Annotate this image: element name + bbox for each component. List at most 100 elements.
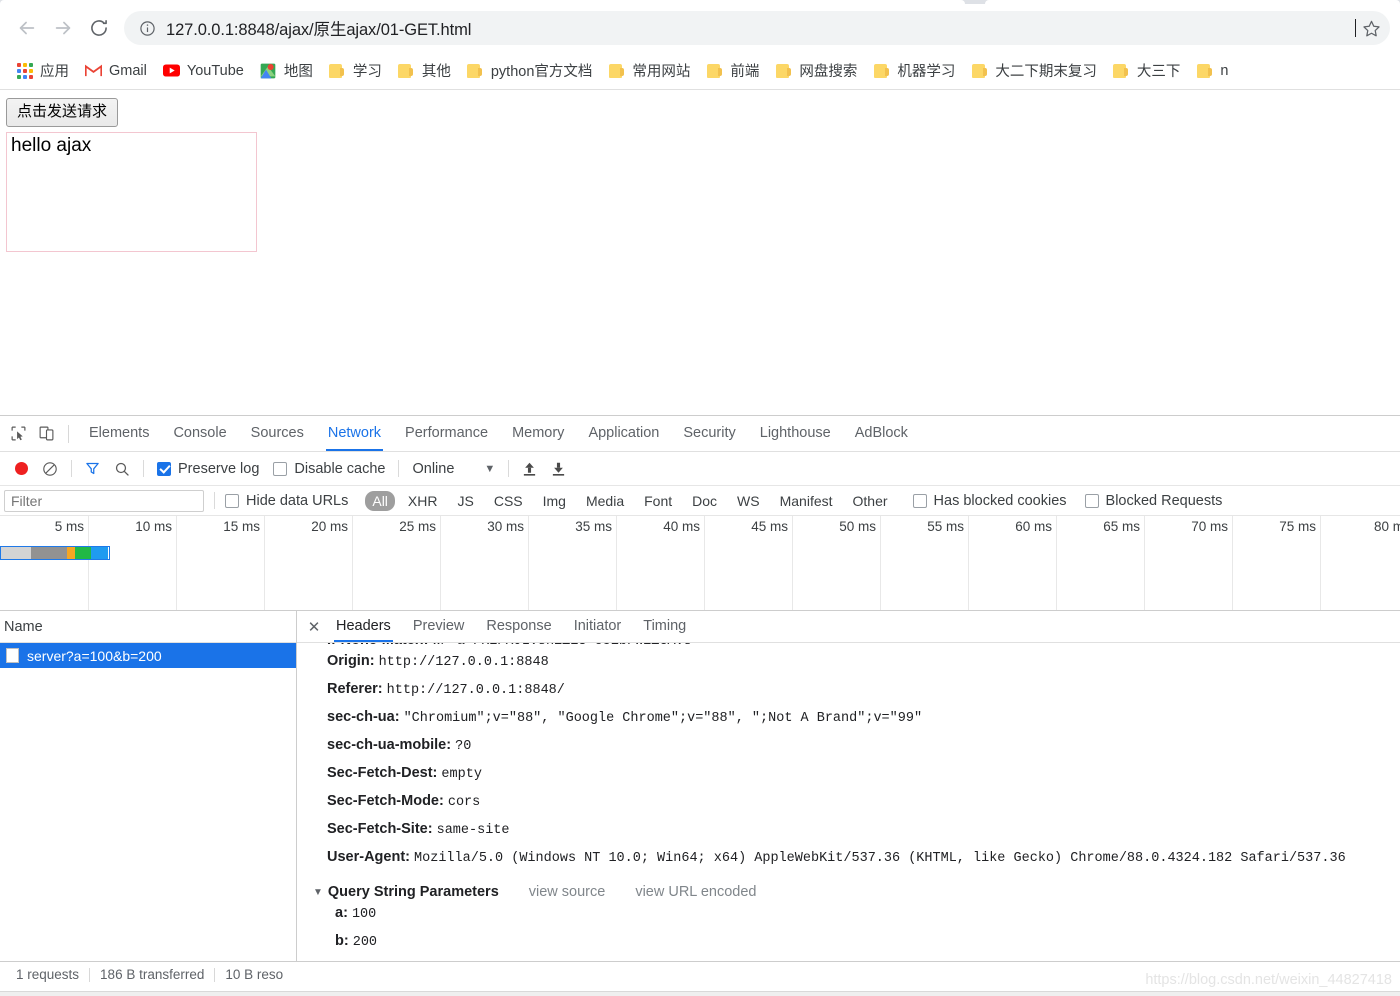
tab-sources[interactable]: Sources — [239, 416, 316, 451]
close-icon[interactable]: ✕ — [303, 616, 325, 638]
type-filter-media[interactable]: Media — [579, 491, 631, 511]
tab-security[interactable]: Security — [671, 416, 747, 451]
bookmark-folder-junior-second[interactable]: 大三下 — [1105, 57, 1189, 85]
search-button[interactable] — [107, 456, 137, 482]
detail-tab-initiator[interactable]: Initiator — [563, 611, 633, 642]
bookmark-folder-python-docs[interactable]: python官方文档 — [459, 57, 601, 85]
type-filter-ws[interactable]: WS — [730, 491, 767, 511]
export-har-button[interactable] — [544, 456, 573, 482]
tab-memory[interactable]: Memory — [500, 416, 576, 451]
type-filter-css[interactable]: CSS — [487, 491, 530, 511]
network-timeline-overview[interactable]: 5 ms 10 ms 15 ms 20 ms 25 ms 30 ms 35 ms… — [0, 516, 1400, 611]
device-toggle-icon[interactable] — [32, 420, 60, 448]
bookmark-folder-xuexi[interactable]: 学习 — [321, 57, 390, 85]
detail-tab-response[interactable]: Response — [475, 611, 562, 642]
send-request-button[interactable]: 点击发送请求 — [6, 98, 119, 127]
blocked-requests-checkbox[interactable]: Blocked Requests — [1084, 493, 1222, 509]
browser-tab-active[interactable] — [0, 0, 965, 4]
tab-elements[interactable]: Elements — [77, 416, 161, 451]
filter-input[interactable] — [4, 489, 204, 512]
query-string-parameters-section[interactable]: ▼ Query String Parameters view source vi… — [307, 884, 1390, 900]
folder-icon — [467, 62, 484, 79]
tab-performance[interactable]: Performance — [393, 416, 500, 451]
section-title: Query String Parameters — [327, 884, 499, 900]
status-resources: 10 B reso — [225, 967, 284, 982]
bookmark-folder-netdisk-search[interactable]: 网盘搜索 — [767, 57, 865, 85]
detail-tab-preview[interactable]: Preview — [402, 611, 476, 642]
detail-tab-timing[interactable]: Timing — [632, 611, 697, 642]
bookmark-apps[interactable]: 应用 — [8, 57, 77, 85]
bookmark-star-icon[interactable] — [1356, 13, 1386, 43]
bookmark-label: YouTube — [186, 62, 244, 79]
type-filter-all[interactable]: All — [365, 490, 395, 511]
browser-tab-secondary[interactable] — [985, 0, 1400, 4]
youtube-icon — [162, 62, 180, 79]
type-filter-js[interactable]: JS — [450, 491, 480, 511]
bookmark-label: Gmail — [109, 62, 147, 79]
bookmark-folder-qita[interactable]: 其他 — [390, 57, 459, 85]
bookmark-maps[interactable]: 地图 — [252, 57, 321, 85]
type-filter-img[interactable]: Img — [536, 491, 573, 511]
throttling-select[interactable]: Online ▼ — [405, 456, 502, 482]
import-har-button[interactable] — [515, 456, 544, 482]
tab-lighthouse[interactable]: Lighthouse — [748, 416, 843, 451]
filter-toggle-button[interactable] — [78, 456, 107, 482]
query-param-row: b: 200 — [307, 928, 1390, 956]
header-value: same-site — [436, 823, 510, 838]
table-row[interactable]: server?a=100&b=200 — [0, 643, 296, 668]
bookmark-folder-machine-learning[interactable]: 机器学习 — [865, 57, 963, 85]
header-value: http://127.0.0.1:8848/ — [386, 683, 565, 698]
tab-adblock[interactable]: AdBlock — [843, 416, 920, 451]
record-button[interactable] — [8, 456, 35, 482]
type-filter-other[interactable]: Other — [846, 491, 895, 511]
detail-tab-headers[interactable]: Headers — [325, 611, 402, 642]
header-key: sec-ch-ua: — [327, 709, 400, 725]
bookmark-folder-frontend[interactable]: 前端 — [698, 57, 767, 85]
type-filter-manifest[interactable]: Manifest — [773, 491, 840, 511]
record-stop-icon — [15, 462, 28, 475]
hide-data-urls-checkbox[interactable]: Hide data URLs — [225, 488, 355, 514]
back-button[interactable] — [10, 11, 44, 45]
clear-prohibited-icon — [43, 461, 57, 476]
bookmark-folder-common-sites[interactable]: 常用网站 — [600, 57, 698, 85]
has-blocked-cookies-checkbox[interactable]: Has blocked cookies — [912, 492, 1067, 509]
timeline-tick-label: 5 ms — [54, 519, 84, 534]
document-icon — [6, 648, 19, 663]
folder-icon — [398, 62, 415, 79]
address-bar[interactable]: 127.0.0.1:8848/ajax/原生ajax/01-GET.html — [124, 11, 1390, 45]
preserve-log-label: Preserve log — [178, 460, 260, 477]
tab-console[interactable]: Console — [161, 416, 238, 451]
timeline-tick: 45 ms — [751, 516, 793, 610]
disable-cache-checkbox[interactable]: Disable cache — [266, 456, 392, 482]
reload-button[interactable] — [82, 11, 116, 45]
tab-network[interactable]: Network — [316, 416, 393, 451]
info-circle-icon[interactable] — [138, 19, 156, 37]
throttling-value: Online — [412, 460, 455, 477]
clear-button[interactable] — [35, 456, 65, 482]
preserve-log-checkbox[interactable]: Preserve log — [150, 456, 266, 482]
timeline-tick: 75 ms — [1279, 516, 1321, 610]
timeline-segment-dns — [67, 547, 75, 559]
headers-content[interactable]: If-None-Match: W/"a-FKEPXJLVsh1Z1U+e51bF… — [297, 643, 1400, 961]
bookmark-folder-review[interactable]: 大二下期末复习 — [963, 57, 1105, 85]
type-filter-font[interactable]: Font — [637, 491, 679, 511]
timeline-tick: 50 ms — [839, 516, 881, 610]
timeline-tick-label: 50 ms — [839, 519, 876, 534]
type-filter-xhr[interactable]: XHR — [401, 491, 445, 511]
view-source-link[interactable]: view source — [529, 884, 606, 900]
bookmark-gmail[interactable]: Gmail — [77, 57, 155, 85]
header-row: Referer: http://127.0.0.1:8848/ — [307, 676, 1390, 704]
bookmark-label: 常用网站 — [632, 64, 691, 80]
has-blocked-cookies-label: Has blocked cookies — [933, 492, 1067, 509]
tab-application[interactable]: Application — [576, 416, 671, 451]
type-filter-doc[interactable]: Doc — [685, 491, 724, 511]
request-list-header-name[interactable]: Name — [0, 611, 296, 643]
inspect-cursor-icon[interactable] — [4, 420, 32, 448]
timeline-request-bar — [0, 546, 110, 560]
export-har-icon — [553, 462, 565, 476]
view-url-encoded-link[interactable]: view URL encoded — [635, 884, 756, 900]
bookmark-folder-overflow[interactable]: n — [1188, 57, 1236, 85]
devtools-panel: Elements Console Sources Network Perform… — [0, 415, 1400, 987]
forward-button[interactable] — [46, 11, 80, 45]
bookmark-youtube[interactable]: YouTube — [155, 57, 252, 85]
